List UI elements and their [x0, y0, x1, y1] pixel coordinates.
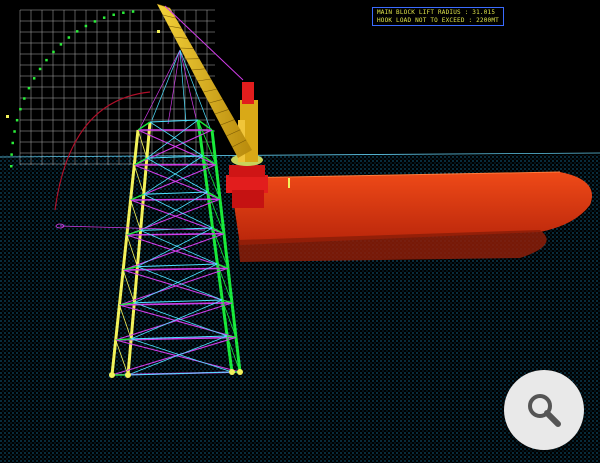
lift-radius-label: MAIN BLOCK LIFT RADIUS : 31.015 m. — [377, 9, 499, 16]
magnifier-icon — [528, 394, 561, 427]
zoom-button[interactable] — [504, 370, 584, 450]
hook-load-label: HOOK LOAD NOT TO EXCEED : 2200MT — [377, 17, 499, 24]
crane-boom — [156, 3, 252, 158]
slew-arc-markers — [10, 10, 135, 168]
lift-info-panel: MAIN BLOCK LIFT RADIUS : 31.015 m. HOOK … — [372, 7, 504, 26]
3d-viewport[interactable]: MAIN BLOCK LIFT RADIUS : 31.015 m. HOOK … — [0, 0, 600, 463]
barge — [229, 171, 592, 262]
